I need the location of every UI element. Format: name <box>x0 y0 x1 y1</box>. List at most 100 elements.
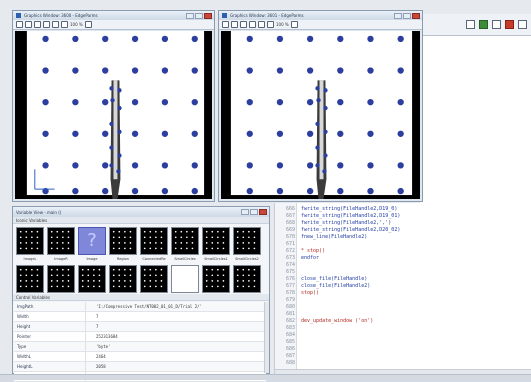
control-variable-row[interactable]: WidthL 2464 <box>14 352 266 362</box>
code-line[interactable]: fwrite_string(FileHandle2,D19_01) <box>301 213 400 220</box>
code-line[interactable]: fwrite_string(FileHandle2,D19_0) <box>301 206 397 213</box>
maximize-button[interactable] <box>403 12 411 19</box>
thumbnail-preview <box>143 230 163 250</box>
thumbnail-preview <box>112 268 132 288</box>
variable-view-window[interactable]: Variable View - main () Iconic Variables… <box>12 206 270 382</box>
iconic-variable-thumbnail[interactable] <box>109 227 137 255</box>
thumbnail-dot <box>118 280 121 282</box>
code-line[interactable]: * stop() <box>301 248 325 255</box>
thumbnail-dot <box>118 236 121 239</box>
iconic-variable-thumbnail[interactable] <box>171 265 199 293</box>
step-into-icon[interactable] <box>492 20 501 29</box>
iconic-variable-thumbnail[interactable] <box>78 265 106 293</box>
thumbnail-dot <box>25 274 28 277</box>
iconic-variable-thumbnail[interactable] <box>16 227 44 255</box>
graphics-window-1-titlebar[interactable]: Graphics Window: 3600 - EdgeParms <box>13 11 214 20</box>
thumbnail-dot <box>248 230 250 233</box>
iconic-variable-thumbnail[interactable] <box>140 227 168 255</box>
clear-icon[interactable] <box>231 21 238 28</box>
control-variable-row[interactable]: HeightL 2058 <box>14 362 266 372</box>
save-icon[interactable] <box>16 21 23 28</box>
maximize-button[interactable] <box>250 209 258 215</box>
iconic-variable-thumbnail[interactable] <box>16 265 44 293</box>
iconic-variable-thumbnail[interactable] <box>202 265 230 293</box>
code-line[interactable]: endfor <box>301 255 319 262</box>
target-dot <box>397 35 404 43</box>
draw-settings-icon[interactable] <box>84 21 92 28</box>
marker-dot <box>315 121 320 127</box>
code-line[interactable]: close_file(FileHandle) <box>301 276 367 283</box>
editor-upper-area <box>420 36 531 204</box>
control-variable-row[interactable]: Pointer 252313684 <box>14 332 266 342</box>
variable-view-scrollbar[interactable] <box>264 302 269 373</box>
zoom-in-icon[interactable] <box>240 21 247 28</box>
target-dot <box>397 130 404 137</box>
control-variable-value: 'byte' <box>96 344 111 349</box>
code-line[interactable]: stop() <box>301 290 319 297</box>
target-dot <box>337 98 344 106</box>
zoom-out-icon[interactable] <box>249 21 256 28</box>
unknown-image-icon: ? <box>87 230 97 251</box>
close-button[interactable] <box>412 12 420 19</box>
fit-icon[interactable] <box>267 21 274 28</box>
maximize-button[interactable] <box>195 12 203 19</box>
save-icon[interactable] <box>222 21 229 28</box>
control-variable-row[interactable]: ImgPath 'I:/Compressive Test/NT002_01_01_… <box>14 302 266 312</box>
target-dot <box>337 35 344 43</box>
minimize-button[interactable] <box>394 12 402 19</box>
target-dot <box>102 130 109 137</box>
code-line[interactable]: fwrite_string(FileHandle2,D20_02) <box>301 227 400 234</box>
thumbnail-dot <box>143 280 146 282</box>
clear-icon[interactable] <box>25 21 32 28</box>
step-icon[interactable] <box>479 20 488 29</box>
thumbnail-dot <box>242 268 245 271</box>
iconic-variable-thumbnail[interactable] <box>47 227 75 255</box>
thumbnail-dot <box>149 242 152 244</box>
control-variable-row[interactable]: Width 7 <box>14 312 266 322</box>
iconic-variable-thumbnail[interactable] <box>140 265 168 293</box>
control-variable-row[interactable]: Height 7 <box>14 322 266 332</box>
iconic-variable-thumbnail[interactable] <box>202 227 230 255</box>
stop-icon[interactable] <box>505 20 514 29</box>
graphics-window-2-titlebar[interactable]: Graphics Window: 3601 - EdgeParms <box>219 11 422 20</box>
close-button[interactable] <box>259 209 267 215</box>
iconic-variable-thumbnail[interactable] <box>109 265 137 293</box>
code-line[interactable]: fwrite_string(FileHandle2,',') <box>301 220 391 227</box>
minimize-button[interactable] <box>241 209 249 215</box>
thumbnail-dot <box>56 247 59 250</box>
run-icon[interactable] <box>466 20 475 29</box>
zoom-select[interactable]: 100 % <box>276 22 289 27</box>
pan-icon[interactable] <box>258 21 265 28</box>
control-variables-table: ImgPath 'I:/Compressive Test/NT002_01_01_… <box>14 302 266 382</box>
zoom-in-icon[interactable] <box>34 21 41 28</box>
app-icon <box>16 13 21 18</box>
zoom-out-icon[interactable] <box>43 21 50 28</box>
iconic-variable-thumbnail[interactable] <box>233 265 261 293</box>
thumbnail-dot <box>112 247 115 250</box>
thumbnail-dot <box>124 274 126 277</box>
draw-settings-icon[interactable] <box>290 21 298 28</box>
thumbnail-dot <box>67 280 70 282</box>
graphics-window-1[interactable]: Graphics Window: 3600 - EdgeParms 100 % <box>12 10 215 202</box>
program-editor[interactable]: 666 fwrite_string(FileHandle2,D19_0) 667 fw… <box>274 203 531 375</box>
graphics-window-2[interactable]: Graphics Window: 3601 - EdgeParms 100 % <box>218 10 423 202</box>
fit-icon[interactable] <box>61 21 68 28</box>
iconic-variable-thumbnail[interactable]: ? <box>78 227 106 255</box>
variable-view-titlebar[interactable]: Variable View - main () <box>13 207 269 217</box>
reset-icon[interactable] <box>518 20 527 29</box>
graphics-window-1-canvas[interactable] <box>15 31 212 199</box>
iconic-variable-thumbnail[interactable] <box>171 227 199 255</box>
minimize-button[interactable] <box>186 12 194 19</box>
line-number: 669 <box>285 227 295 233</box>
iconic-variable-thumbnail[interactable] <box>47 265 75 293</box>
code-line[interactable]: fnew_line(FileHandle2) <box>301 234 367 241</box>
iconic-variable-thumbnail[interactable] <box>233 227 261 255</box>
control-variable-row[interactable]: Type 'byte' <box>14 342 266 352</box>
code-line[interactable]: dev_update_window ('on') <box>301 318 373 325</box>
thumbnail-dot <box>112 285 115 288</box>
graphics-window-2-canvas[interactable] <box>221 31 420 199</box>
close-button[interactable] <box>204 12 212 19</box>
pan-icon[interactable] <box>52 21 59 28</box>
code-line[interactable]: close_file(FileHandle2) <box>301 283 370 290</box>
zoom-select[interactable]: 100 % <box>70 22 83 27</box>
